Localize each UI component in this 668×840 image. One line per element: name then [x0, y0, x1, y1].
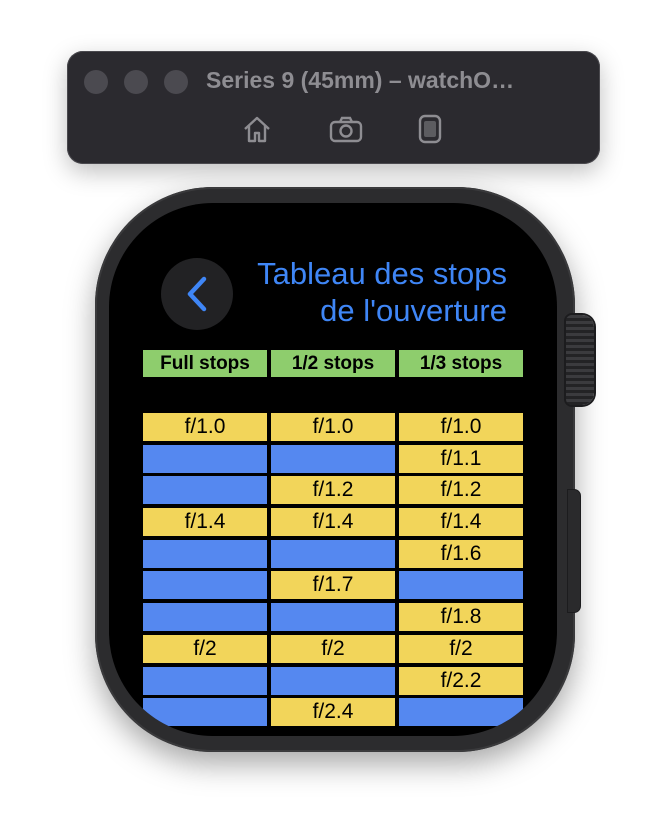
- table-row: f/1.8: [142, 602, 526, 633]
- table-cell: [142, 697, 268, 728]
- table-cell: f/1.2: [270, 475, 396, 506]
- table-cell: [270, 538, 396, 569]
- table-cell: f/2: [142, 633, 268, 664]
- table-cell: [142, 443, 268, 474]
- window-title: Series 9 (45mm) – watchO…: [206, 67, 515, 93]
- column-header-third-stops: 1/3 stops: [398, 349, 524, 378]
- table-cell: f/1.7: [270, 570, 396, 601]
- rotate-icon[interactable]: [414, 114, 446, 144]
- table-row: f/1.0 f/1.0 f/1.0: [142, 412, 526, 442]
- table-cell: f/1.4: [270, 507, 396, 538]
- chevron-left-icon: [187, 276, 207, 312]
- page-title: Tableau des stops de l'ouverture: [227, 255, 507, 329]
- table-cell: [142, 570, 268, 601]
- minimize-window-button[interactable]: [124, 70, 148, 94]
- table-header: Full stops 1/2 stops 1/3 stops: [142, 349, 526, 378]
- column-header-half-stops: 1/2 stops: [270, 349, 396, 378]
- table-cell: [270, 602, 396, 633]
- digital-crown[interactable]: [566, 315, 594, 405]
- table-cell: f/1.0: [398, 412, 524, 442]
- aperture-stops-table: Full stops 1/2 stops 1/3 stops f/1.0 f/1.…: [142, 349, 526, 729]
- table-cell: f/1.4: [142, 507, 268, 538]
- table-body[interactable]: f/1.0 f/1.0 f/1.0 f/1.1 f/1.2 f/1.2 f/1.4 f/1.4…: [142, 412, 526, 728]
- table-cell: f/1.2: [398, 475, 524, 506]
- table-cell: [270, 443, 396, 474]
- table-row: f/1.6: [142, 538, 526, 569]
- table-cell: [398, 570, 524, 601]
- zoom-window-button[interactable]: [164, 70, 188, 94]
- table-cell: [142, 538, 268, 569]
- table-row: f/2.4: [142, 697, 526, 728]
- table-cell: f/1.8: [398, 602, 524, 633]
- side-button[interactable]: [568, 490, 580, 612]
- table-row: f/1.7: [142, 570, 526, 601]
- table-row: f/2 f/2 f/2: [142, 633, 526, 664]
- screenshot-icon[interactable]: [329, 114, 363, 144]
- home-icon[interactable]: [241, 114, 273, 144]
- table-cell: f/2.2: [398, 665, 524, 696]
- close-window-button[interactable]: [84, 70, 108, 94]
- page-title-line-1: Tableau des stops: [257, 256, 507, 291]
- table-row: f/1.2 f/1.2: [142, 475, 526, 506]
- table-cell: [398, 697, 524, 728]
- table-cell: f/2.4: [270, 697, 396, 728]
- table-cell: [142, 475, 268, 506]
- table-row: f/1.1: [142, 443, 526, 474]
- table-cell: f/2: [270, 633, 396, 664]
- table-cell: [142, 602, 268, 633]
- watch-screen: Tableau des stops de l'ouverture Full st…: [109, 203, 557, 736]
- column-header-full-stops: Full stops: [142, 349, 268, 378]
- table-cell: f/1.0: [270, 412, 396, 442]
- table-cell: f/1.0: [142, 412, 268, 442]
- table-cell: f/1.1: [398, 443, 524, 474]
- table-cell: f/1.6: [398, 538, 524, 569]
- table-row: f/2.2: [142, 665, 526, 696]
- table-cell: [142, 665, 268, 696]
- table-cell: [270, 665, 396, 696]
- table-cell: f/1.4: [398, 507, 524, 538]
- table-cell: f/2: [398, 633, 524, 664]
- page-title-line-2: de l'ouverture: [320, 293, 507, 328]
- table-row: f/1.4 f/1.4 f/1.4: [142, 507, 526, 538]
- back-button[interactable]: [161, 258, 233, 330]
